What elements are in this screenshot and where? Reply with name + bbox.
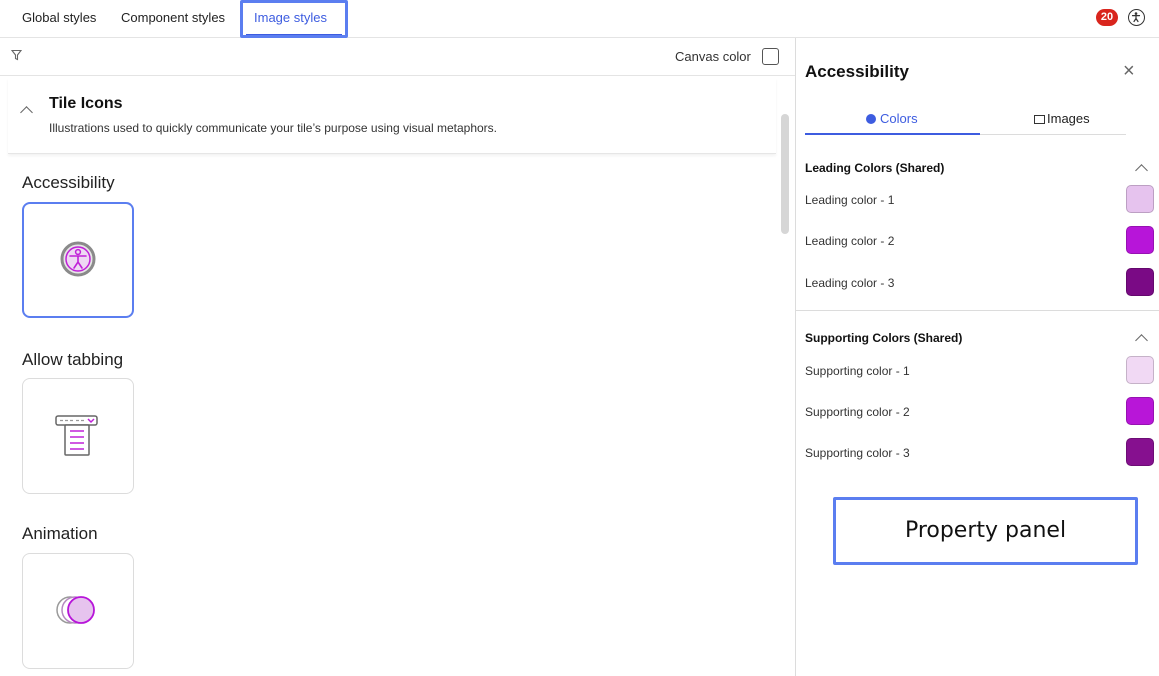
item-title-accessibility: Accessibility — [22, 173, 115, 192]
image-icon — [1034, 115, 1045, 124]
canvas-color-label: Canvas color — [675, 49, 751, 64]
leading-color-3-label: Leading color - 3 — [805, 276, 895, 290]
item-title-animation: Animation — [22, 524, 98, 543]
leading-color-2-label: Leading color - 2 — [805, 234, 895, 248]
leading-color-1-label: Leading color - 1 — [805, 193, 895, 207]
supporting-color-3-label: Supporting color - 3 — [805, 446, 910, 460]
supporting-color-2-swatch[interactable] — [1126, 397, 1154, 425]
panel-tab-baseline — [980, 134, 1126, 135]
supporting-color-1-label: Supporting color - 1 — [805, 364, 910, 378]
leading-color-2-swatch[interactable] — [1126, 226, 1154, 254]
chevron-up-icon[interactable] — [1135, 334, 1148, 347]
item-title-allow-tabbing: Allow tabbing — [22, 350, 124, 369]
accessibility-icon — [60, 241, 96, 277]
tile-allow-tabbing[interactable] — [22, 378, 134, 494]
tab-images[interactable]: Images — [1034, 111, 1090, 126]
chevron-up-icon[interactable] — [20, 106, 33, 119]
tab-colors-label: Colors — [880, 111, 918, 126]
section-description: Illustrations used to quickly communicat… — [49, 121, 497, 135]
chevron-up-icon[interactable] — [1135, 164, 1148, 177]
group-divider — [796, 310, 1159, 311]
colors-dot-icon — [866, 114, 876, 124]
accessibility-checker-icon[interactable] — [1128, 9, 1145, 26]
tile-accessibility[interactable] — [22, 202, 134, 318]
leading-color-1-swatch[interactable] — [1126, 185, 1154, 213]
supporting-color-3-swatch[interactable] — [1126, 438, 1154, 466]
close-icon[interactable]: × — [1123, 60, 1135, 83]
filter-icon[interactable] — [10, 49, 23, 64]
canvas-color-checkbox[interactable] — [762, 48, 779, 65]
supporting-color-2-label: Supporting color - 2 — [805, 405, 910, 419]
panel-title: Accessibility — [805, 62, 909, 81]
leading-color-3-swatch[interactable] — [1126, 268, 1154, 296]
group-title-leading-colors: Leading Colors (Shared) — [805, 161, 945, 175]
property-panel: Accessibility × Colors Images Leading Co… — [796, 38, 1159, 676]
tab-global-styles[interactable]: Global styles — [22, 10, 96, 25]
group-title-supporting-colors: Supporting Colors (Shared) — [805, 331, 963, 345]
property-panel-annotation-box: Property panel — [833, 497, 1138, 565]
tab-images-label: Images — [1047, 111, 1090, 126]
section-title: Tile Icons — [49, 95, 123, 112]
tile-animation[interactable] — [22, 553, 134, 669]
canvas-panel: Canvas color Tile Icons Illustrations us… — [0, 38, 795, 676]
notification-badge[interactable]: 20 — [1096, 9, 1118, 26]
canvas-scrollbar-thumb[interactable] — [781, 114, 789, 234]
animation-icon — [56, 596, 95, 624]
tab-colors[interactable]: Colors — [866, 111, 918, 126]
tab-component-styles[interactable]: Component styles — [121, 10, 225, 25]
property-panel-annotation-label: Property panel — [904, 518, 1067, 543]
supporting-color-1-swatch[interactable] — [1126, 356, 1154, 384]
canvas-toolbar: Canvas color — [0, 38, 795, 76]
active-panel-tab-indicator — [805, 133, 980, 135]
allow-tabbing-icon — [55, 415, 98, 456]
style-tabs-bar: Global styles Component styles Image sty… — [0, 0, 1159, 38]
tile-icons-section-header[interactable]: Tile Icons Illustrations used to quickly… — [8, 78, 776, 154]
image-styles-highlight-box — [240, 0, 348, 38]
